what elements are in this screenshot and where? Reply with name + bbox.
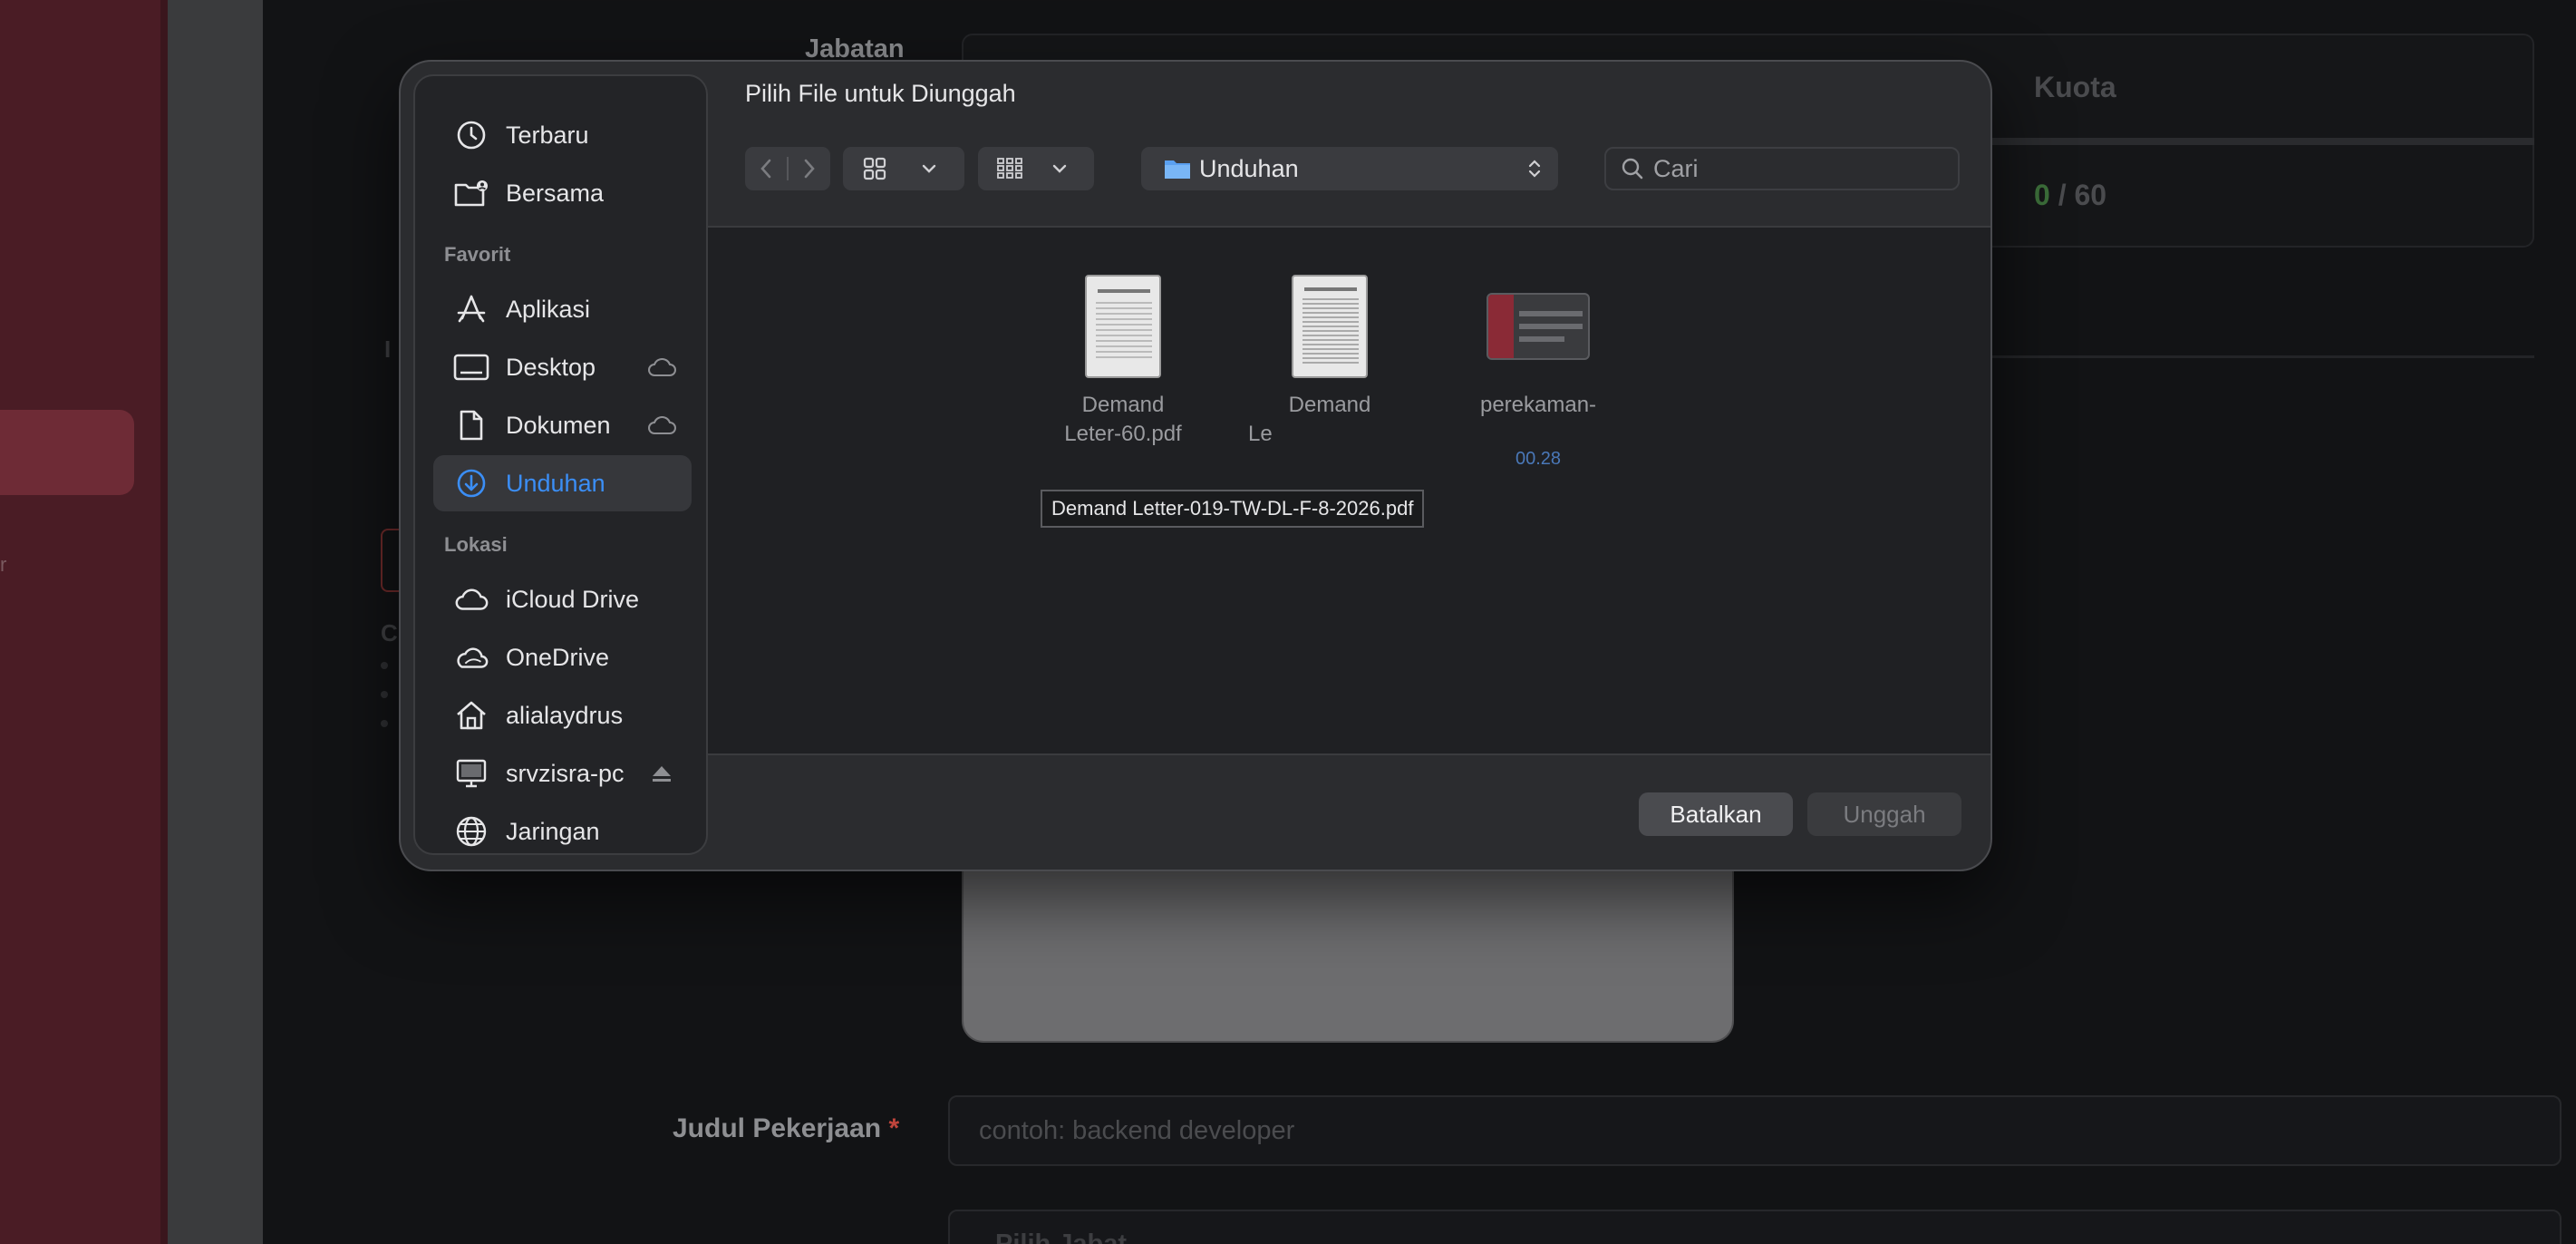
file-name-line: Leter-60.pdf — [1064, 422, 1182, 446]
download-icon — [453, 465, 489, 501]
file-name-line: Le — [1248, 422, 1273, 446]
computer-icon — [453, 755, 489, 792]
search-input[interactable] — [1653, 154, 1943, 183]
grid-groups-icon — [978, 147, 1041, 190]
screen-recording-thumbnail — [1487, 293, 1590, 360]
file-name-line: perekaman- — [1479, 393, 1597, 417]
clock-icon — [453, 117, 489, 153]
background-bullet — [381, 662, 388, 669]
icloud-icon — [453, 581, 489, 617]
sidebar-item-aplikasi[interactable]: Aplikasi — [433, 281, 692, 337]
cloud-icon — [648, 416, 676, 434]
background-bullet — [381, 720, 388, 727]
sidebar-item-home[interactable]: alialaydrus — [433, 687, 692, 743]
file-duration: 00.28 — [1515, 449, 1562, 469]
sidebar-item-label: Dokumen — [506, 411, 611, 439]
sidebar-item-label: Desktop — [506, 353, 596, 381]
navigation-buttons — [745, 147, 830, 190]
network-icon — [453, 813, 489, 850]
pdf-thumbnail — [1085, 275, 1161, 378]
sidebar-item-label: Terbaru — [506, 121, 589, 149]
apps-icon — [453, 291, 489, 327]
file-picker-dialog: Terbaru Bersama Favorit Aplikasi Desktop — [399, 60, 1992, 871]
sidebar-item-bersama[interactable]: Bersama — [433, 165, 692, 221]
background-mini-label: C — [381, 619, 398, 646]
sidebar-item-terbaru[interactable]: Terbaru — [433, 107, 692, 163]
chevron-left-icon — [760, 159, 771, 179]
search-icon — [1622, 158, 1643, 180]
up-down-chevron-icon — [1528, 160, 1541, 178]
sidebar-item-label: Aplikasi — [506, 295, 591, 323]
sidebar-item-icloud[interactable]: iCloud Drive — [433, 571, 692, 627]
chevron-right-icon — [804, 159, 815, 179]
kuota-total: 60 — [2074, 179, 2107, 211]
background-kuota-header: Kuota — [2034, 71, 2116, 103]
required-mark: * — [888, 1113, 900, 1143]
background-sidebar-text: r — [0, 553, 7, 576]
file-item[interactable]: perekaman- 00.28 — [1448, 275, 1629, 470]
onedrive-icon — [453, 639, 489, 675]
back-button[interactable] — [745, 147, 787, 190]
file-item[interactable]: Demand Le — [1239, 275, 1420, 449]
file-item[interactable]: Demand Leter-60.pdf — [1032, 275, 1214, 449]
shared-folder-icon — [453, 175, 489, 211]
file-name: Demand Le — [1239, 391, 1420, 449]
cloud-icon — [648, 358, 676, 376]
upload-button[interactable]: Unggah — [1807, 792, 1961, 836]
sidebar-item-label: Unduhan — [506, 469, 605, 497]
forward-button[interactable] — [789, 147, 830, 190]
file-name-line: Demand — [1288, 393, 1371, 417]
background-bullet — [381, 691, 388, 698]
view-mode-button[interactable] — [843, 147, 964, 190]
pdf-thumbnail — [1292, 275, 1368, 378]
sidebar-item-dokumen[interactable]: Dokumen — [433, 397, 692, 453]
sidebar-item-label: Jaringan — [506, 817, 600, 845]
icon-grid-icon — [843, 147, 906, 190]
sidebar-item-unduhan[interactable]: Unduhan — [433, 455, 692, 511]
sidebar-item-label: Bersama — [506, 179, 605, 207]
sidebar-item-label: srvzisra-pc — [506, 759, 625, 787]
background-sidebar: r — [0, 0, 168, 1244]
favorites-heading: Favorit — [444, 243, 511, 266]
cancel-button[interactable]: Batalkan — [1639, 792, 1793, 836]
background-kuota-value: 0 / 60 — [2034, 179, 2106, 212]
document-icon — [453, 407, 489, 443]
locations-heading: Lokasi — [444, 533, 508, 556]
file-name: Demand Leter-60.pdf — [1032, 391, 1214, 449]
sidebar-item-srvzisra-pc[interactable]: srvzisra-pc — [433, 745, 692, 802]
background-mini-label-2: I — [384, 335, 392, 363]
background-divider-line — [1949, 355, 2534, 358]
chevron-down-icon — [1041, 147, 1078, 190]
group-mode-button[interactable] — [978, 147, 1094, 190]
file-name-tooltip: Demand Letter-019-TW-DL-F-8-2026.pdf — [1041, 490, 1425, 528]
eject-icon[interactable] — [646, 762, 677, 785]
sidebar-item-label: OneDrive — [506, 643, 610, 671]
location-dropdown[interactable]: Unduhan — [1141, 147, 1558, 190]
job-title-label: Judul Pekerjaan * — [673, 1113, 899, 1144]
sidebar-item-onedrive[interactable]: OneDrive — [433, 629, 692, 685]
sidebar-item-label: iCloud Drive — [506, 585, 640, 613]
sidebar-item-jaringan[interactable]: Jaringan — [433, 803, 692, 860]
file-name: perekaman- — [1448, 391, 1629, 420]
job-title-input[interactable]: contoh: backend developer — [948, 1095, 2561, 1166]
background-sidebar-selected-item — [0, 410, 134, 495]
kuota-filled: 0 — [2034, 179, 2050, 211]
chevron-down-icon — [906, 147, 952, 190]
search-field[interactable] — [1604, 147, 1960, 190]
kuota-separator: / — [2058, 179, 2067, 211]
background-image-preview — [962, 861, 1734, 1043]
background-sidebar-edge — [160, 0, 168, 1244]
file-picker-sidebar: Terbaru Bersama Favorit Aplikasi Desktop — [413, 74, 708, 855]
background-divider-strip — [168, 0, 263, 1244]
home-icon — [453, 697, 489, 734]
position-select[interactable]: Pilih Jabat... — [948, 1210, 2561, 1244]
file-name-line: Demand — [1081, 393, 1165, 417]
dialog-title: Pilih File untuk Diunggah — [745, 80, 1016, 107]
folder-icon — [1165, 160, 1190, 179]
sidebar-item-desktop[interactable]: Desktop — [433, 339, 692, 395]
job-title-label-text: Judul Pekerjaan — [673, 1113, 882, 1143]
sidebar-item-label: alialaydrus — [506, 701, 624, 729]
desktop-icon — [453, 349, 489, 385]
location-label: Unduhan — [1199, 154, 1299, 182]
